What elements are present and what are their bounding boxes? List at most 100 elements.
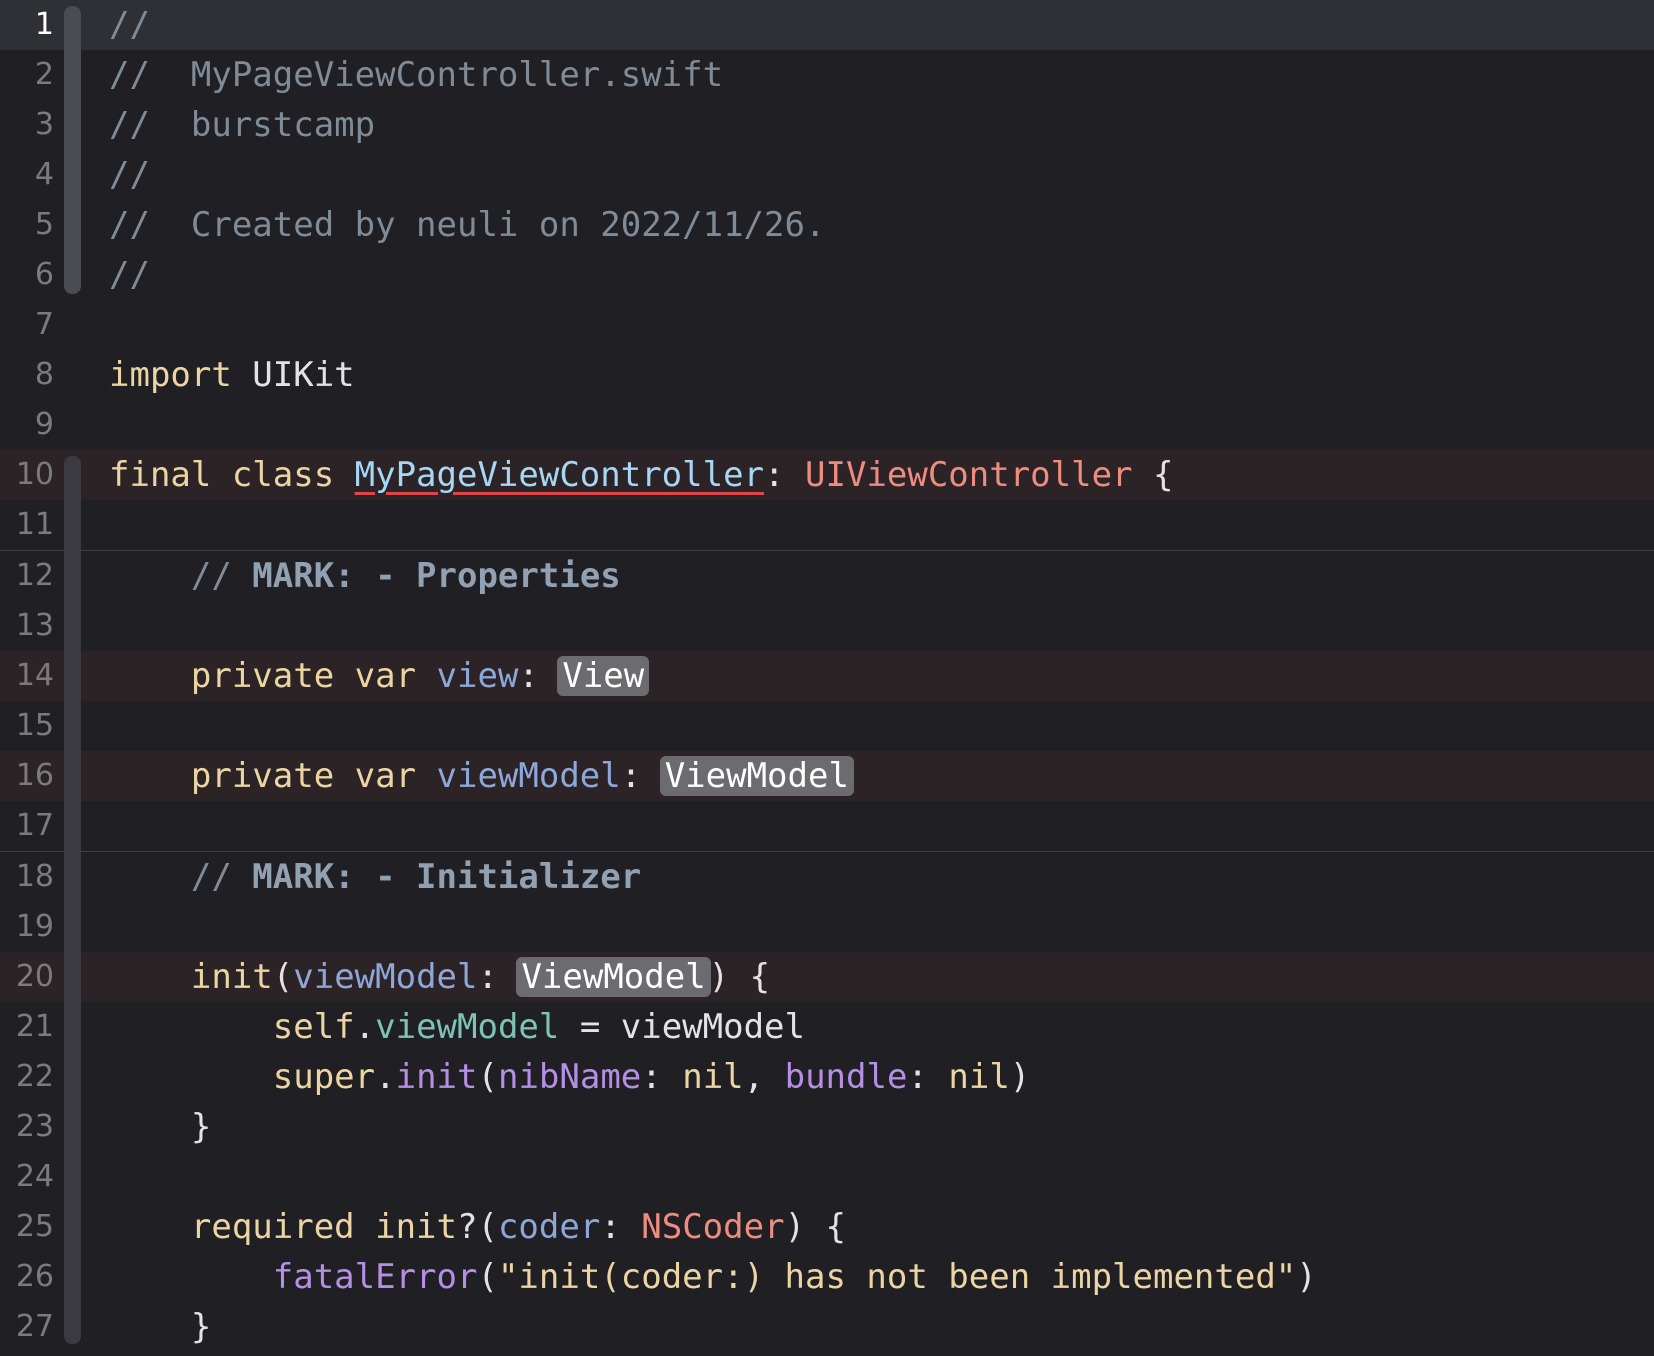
code-token: nil — [948, 1057, 1010, 1097]
code-token: UIViewController — [805, 455, 1133, 495]
line-gutter[interactable]: 9 — [0, 400, 82, 450]
code-token: MyPageViewController — [354, 455, 765, 495]
line-number: 5 — [34, 207, 54, 242]
line-number: 20 — [15, 959, 54, 994]
code-token: // — [109, 255, 150, 295]
code-placeholder[interactable]: ViewModel — [516, 957, 711, 997]
line-number: 13 — [15, 608, 54, 643]
code-token: ( — [272, 957, 294, 997]
code-token: nibName — [497, 1057, 642, 1097]
code-token: coder — [497, 1207, 601, 1247]
code-text[interactable]: // Created by neuli on 2022/11/26. — [82, 200, 825, 250]
code-line[interactable]: 2 // MyPageViewController.swift — [0, 50, 1654, 100]
code-token: ) { — [784, 1207, 846, 1247]
code-token: ) — [1009, 1057, 1031, 1097]
code-text[interactable]: final class MyPageViewController: UIView… — [82, 450, 1173, 500]
code-line[interactable]: 1 // — [0, 0, 1654, 50]
code-token: // — [109, 155, 150, 195]
code-text[interactable]: // — [82, 0, 150, 50]
code-line[interactable]: 23 } — [0, 1102, 1654, 1152]
code-line[interactable]: 9 — [0, 400, 1654, 450]
code-token: init — [395, 1057, 478, 1097]
code-editor[interactable]: 1 // 2 // MyPageViewController.swift 3 // bur… — [0, 0, 1654, 1356]
code-text[interactable]: required init?(coder: NSCoder) { — [82, 1202, 846, 1252]
code-text[interactable]: // MARK: - Initializer — [82, 852, 641, 902]
code-text[interactable]: } — [82, 1302, 211, 1352]
code-token: fatalError — [109, 1257, 478, 1297]
code-token: required init — [109, 1207, 457, 1247]
code-token: ?( — [457, 1207, 498, 1247]
code-line[interactable]: 7 — [0, 300, 1654, 350]
code-token: ( — [477, 1057, 498, 1097]
code-line[interactable]: 27 } — [0, 1302, 1654, 1352]
code-token: : — [518, 656, 560, 696]
line-number: 16 — [15, 758, 54, 793]
code-fold-ribbon[interactable] — [64, 6, 81, 294]
code-token: : — [600, 1207, 642, 1247]
code-text[interactable]: // MyPageViewController.swift — [82, 50, 723, 100]
code-line[interactable]: 4 // — [0, 150, 1654, 200]
code-line[interactable]: 13 — [0, 601, 1654, 651]
code-text[interactable]: self.viewModel = viewModel — [82, 1002, 805, 1052]
code-text[interactable]: private var view: View — [82, 651, 650, 701]
code-text[interactable]: super.init(nibName: nil, bundle: nil) — [82, 1052, 1031, 1102]
code-line[interactable]: 14 private var view: View — [0, 651, 1654, 701]
code-token: } — [109, 1307, 212, 1347]
code-token: // — [109, 556, 253, 596]
code-line[interactable]: 16 private var viewModel: ViewModel — [0, 751, 1654, 801]
code-text[interactable]: } — [82, 1102, 211, 1152]
line-gutter[interactable]: 7 — [0, 300, 82, 350]
code-line[interactable]: 19 — [0, 902, 1654, 952]
code-line[interactable]: 20 init(viewModel: ViewModel) { — [0, 952, 1654, 1002]
line-number: 22 — [15, 1059, 54, 1094]
line-gutter[interactable]: 8 — [0, 350, 82, 400]
code-placeholder[interactable]: ViewModel — [659, 756, 854, 796]
code-line[interactable]: 12 // MARK: - Properties — [0, 550, 1654, 601]
code-text[interactable]: private var viewModel: ViewModel — [82, 751, 854, 801]
code-fold-ribbon[interactable] — [64, 956, 81, 1144]
code-token: import — [109, 355, 232, 395]
code-line[interactable]: 18 // MARK: - Initializer — [0, 851, 1654, 902]
code-line[interactable]: 26 fatalError("init(coder:) has not been… — [0, 1252, 1654, 1302]
code-text[interactable]: // burstcamp — [82, 100, 375, 150]
line-number: 26 — [15, 1259, 54, 1294]
code-token: . — [375, 1057, 396, 1097]
code-token: // — [109, 857, 253, 897]
code-text[interactable]: // MARK: - Properties — [82, 551, 621, 601]
code-line[interactable]: 5 // Created by neuli on 2022/11/26. — [0, 200, 1654, 250]
line-number: 17 — [15, 808, 54, 843]
code-placeholder[interactable]: View — [557, 656, 650, 696]
code-text[interactable]: init(viewModel: ViewModel) { — [82, 952, 770, 1002]
code-token: private var — [109, 656, 437, 696]
code-line[interactable]: 21 self.viewModel = viewModel — [0, 1002, 1654, 1052]
code-line[interactable]: 11 — [0, 500, 1654, 550]
line-number: 19 — [15, 909, 54, 944]
code-line[interactable]: 8 import UIKit — [0, 350, 1654, 400]
code-line[interactable]: 3 // burstcamp — [0, 100, 1654, 150]
code-token: ) — [1296, 1257, 1317, 1297]
code-token: } — [109, 1107, 212, 1147]
line-number: 1 — [34, 7, 54, 42]
code-token: MARK: - Properties — [252, 556, 621, 596]
code-token: MARK: - Initializer — [252, 857, 642, 897]
code-fold-ribbon[interactable] — [64, 1206, 81, 1344]
code-line[interactable]: 22 super.init(nibName: nil, bundle: nil) — [0, 1052, 1654, 1102]
code-line[interactable]: 25 required init?(coder: NSCoder) { — [0, 1202, 1654, 1252]
code-line[interactable]: 17 — [0, 801, 1654, 851]
line-number: 2 — [34, 57, 54, 92]
code-line[interactable]: 6 // — [0, 250, 1654, 300]
line-number: 8 — [34, 357, 54, 392]
code-line[interactable]: 24 — [0, 1152, 1654, 1202]
line-number: 9 — [34, 407, 54, 442]
line-number: 25 — [15, 1209, 54, 1244]
code-token: super — [109, 1057, 376, 1097]
code-line[interactable]: 10 final class MyPageViewController: UIVi… — [0, 450, 1654, 500]
code-line[interactable]: 15 — [0, 701, 1654, 751]
code-text[interactable]: import UIKit — [82, 350, 355, 400]
code-text[interactable]: // — [82, 250, 150, 300]
code-text[interactable]: // — [82, 150, 150, 200]
code-token: viewModel — [293, 957, 478, 997]
code-token: viewModel — [375, 1007, 560, 1047]
line-number: 7 — [34, 307, 54, 342]
code-text[interactable]: fatalError("init(coder:) has not been im… — [82, 1252, 1317, 1302]
